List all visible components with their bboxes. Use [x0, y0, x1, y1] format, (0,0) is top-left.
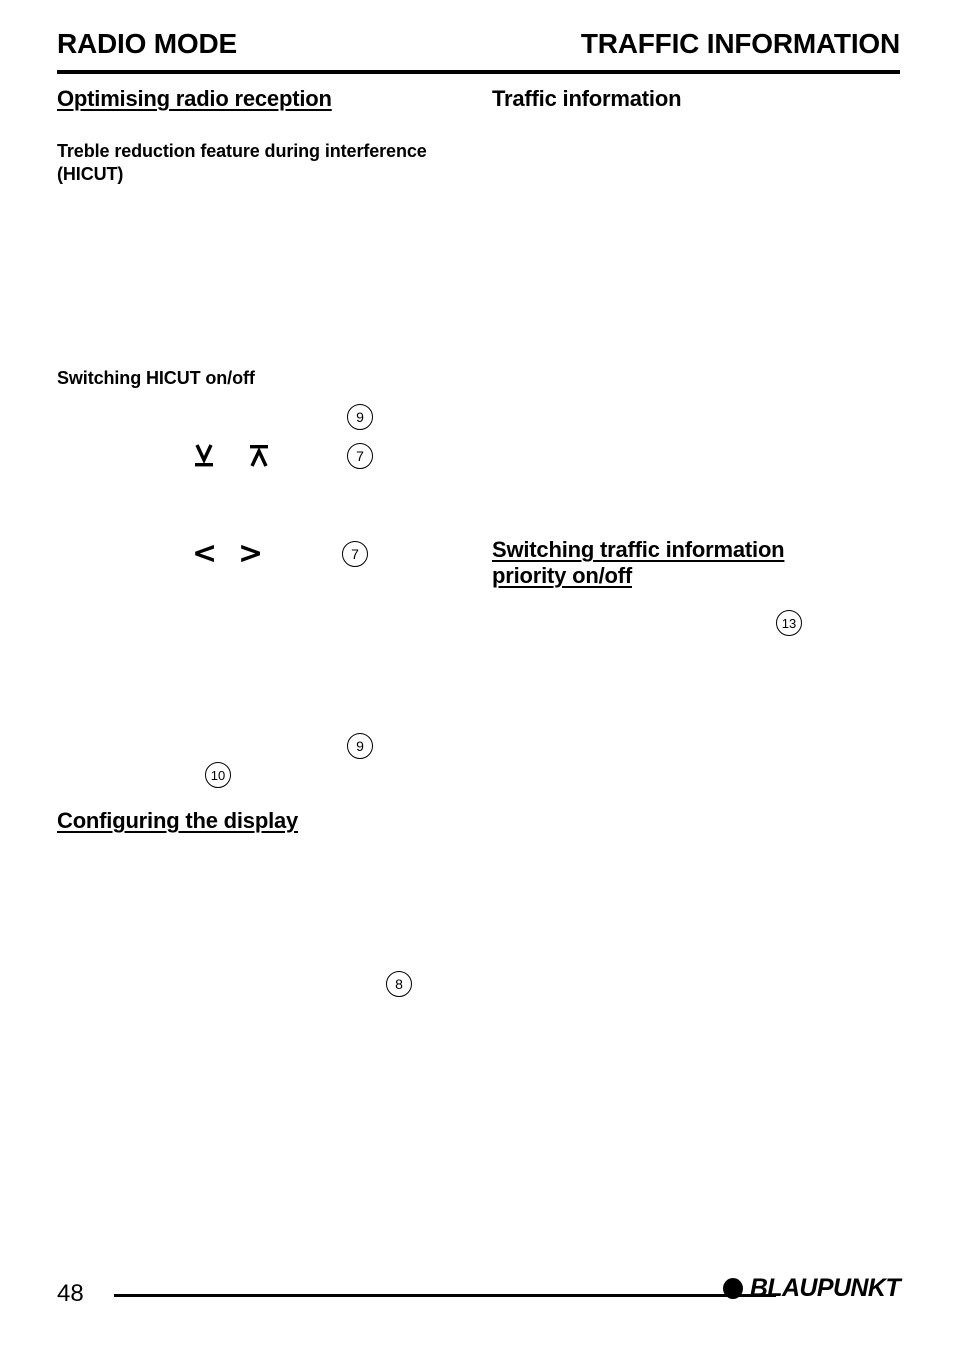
heading-switching-traffic-information-priority: Switching traffic information priority o…	[492, 537, 857, 589]
heading-configuring-the-display: Configuring the display	[57, 808, 298, 834]
header-divider-rule	[57, 70, 900, 74]
page-footer: 48 BLAUPUNKT	[57, 1276, 901, 1316]
reference-circle-7-b: 7	[342, 541, 368, 567]
key-glyph-down-arrow	[190, 442, 218, 477]
subheading-switching-hicut: Switching HICUT on/off	[57, 367, 255, 390]
reference-circle-10: 10	[205, 762, 231, 788]
manual-page: RADIO MODE TRAFFIC INFORMATION Optimisin…	[0, 0, 954, 1349]
reference-circle-9-a: 9	[347, 404, 373, 430]
left-column: Optimising radio reception	[57, 86, 457, 112]
down-arrow-with-bar-icon	[190, 442, 218, 472]
reference-circle-8: 8	[386, 971, 412, 997]
page-header: RADIO MODE TRAFFIC INFORMATION	[57, 30, 900, 58]
chevron-left-icon: <	[192, 536, 218, 571]
footer-divider-rule	[114, 1294, 776, 1297]
subheading-hicut-label: Treble reduction feature during interfer…	[57, 141, 427, 185]
reference-circle-10-label: 10	[205, 762, 231, 788]
reference-circle-9-a-label: 9	[347, 404, 373, 430]
subheading-switching-hicut-label: Switching HICUT on/off	[57, 368, 255, 388]
reference-circle-7-b-label: 7	[342, 541, 368, 567]
reference-circle-13-label: 13	[776, 610, 802, 636]
reference-circle-13: 13	[776, 610, 802, 636]
key-glyph-right-chevron: >	[238, 539, 263, 569]
heading-configuring-the-display-label: Configuring the display	[57, 808, 299, 833]
reference-circle-8-label: 8	[386, 971, 412, 997]
reference-circle-7-a: 7	[347, 443, 373, 469]
right-column: Traffic information	[492, 86, 892, 112]
brand-dot-icon	[722, 1278, 743, 1299]
subheading-hicut: Treble reduction feature during interfer…	[57, 140, 447, 186]
up-arrow-with-bar-icon	[245, 442, 273, 472]
header-title-right: TRAFFIC INFORMATION	[580, 28, 900, 59]
chevron-right-icon: >	[238, 536, 264, 571]
heading-switching-traffic-information-priority-label: Switching traffic information priority o…	[492, 537, 785, 588]
heading-traffic-information: Traffic information	[492, 86, 682, 111]
brand-logo: BLAUPUNKT	[722, 1274, 901, 1302]
brand-name-label: BLAUPUNKT	[749, 1274, 901, 1302]
reference-circle-9-b-label: 9	[347, 733, 373, 759]
key-glyph-up-arrow	[245, 442, 273, 477]
key-glyph-left-chevron: <	[192, 539, 217, 569]
header-title-left: RADIO MODE	[57, 28, 238, 59]
reference-circle-9-b: 9	[347, 733, 373, 759]
heading-optimising-radio-reception: Optimising radio reception	[57, 86, 332, 111]
reference-circle-7-a-label: 7	[347, 443, 373, 469]
page-number: 48	[57, 1280, 84, 1307]
